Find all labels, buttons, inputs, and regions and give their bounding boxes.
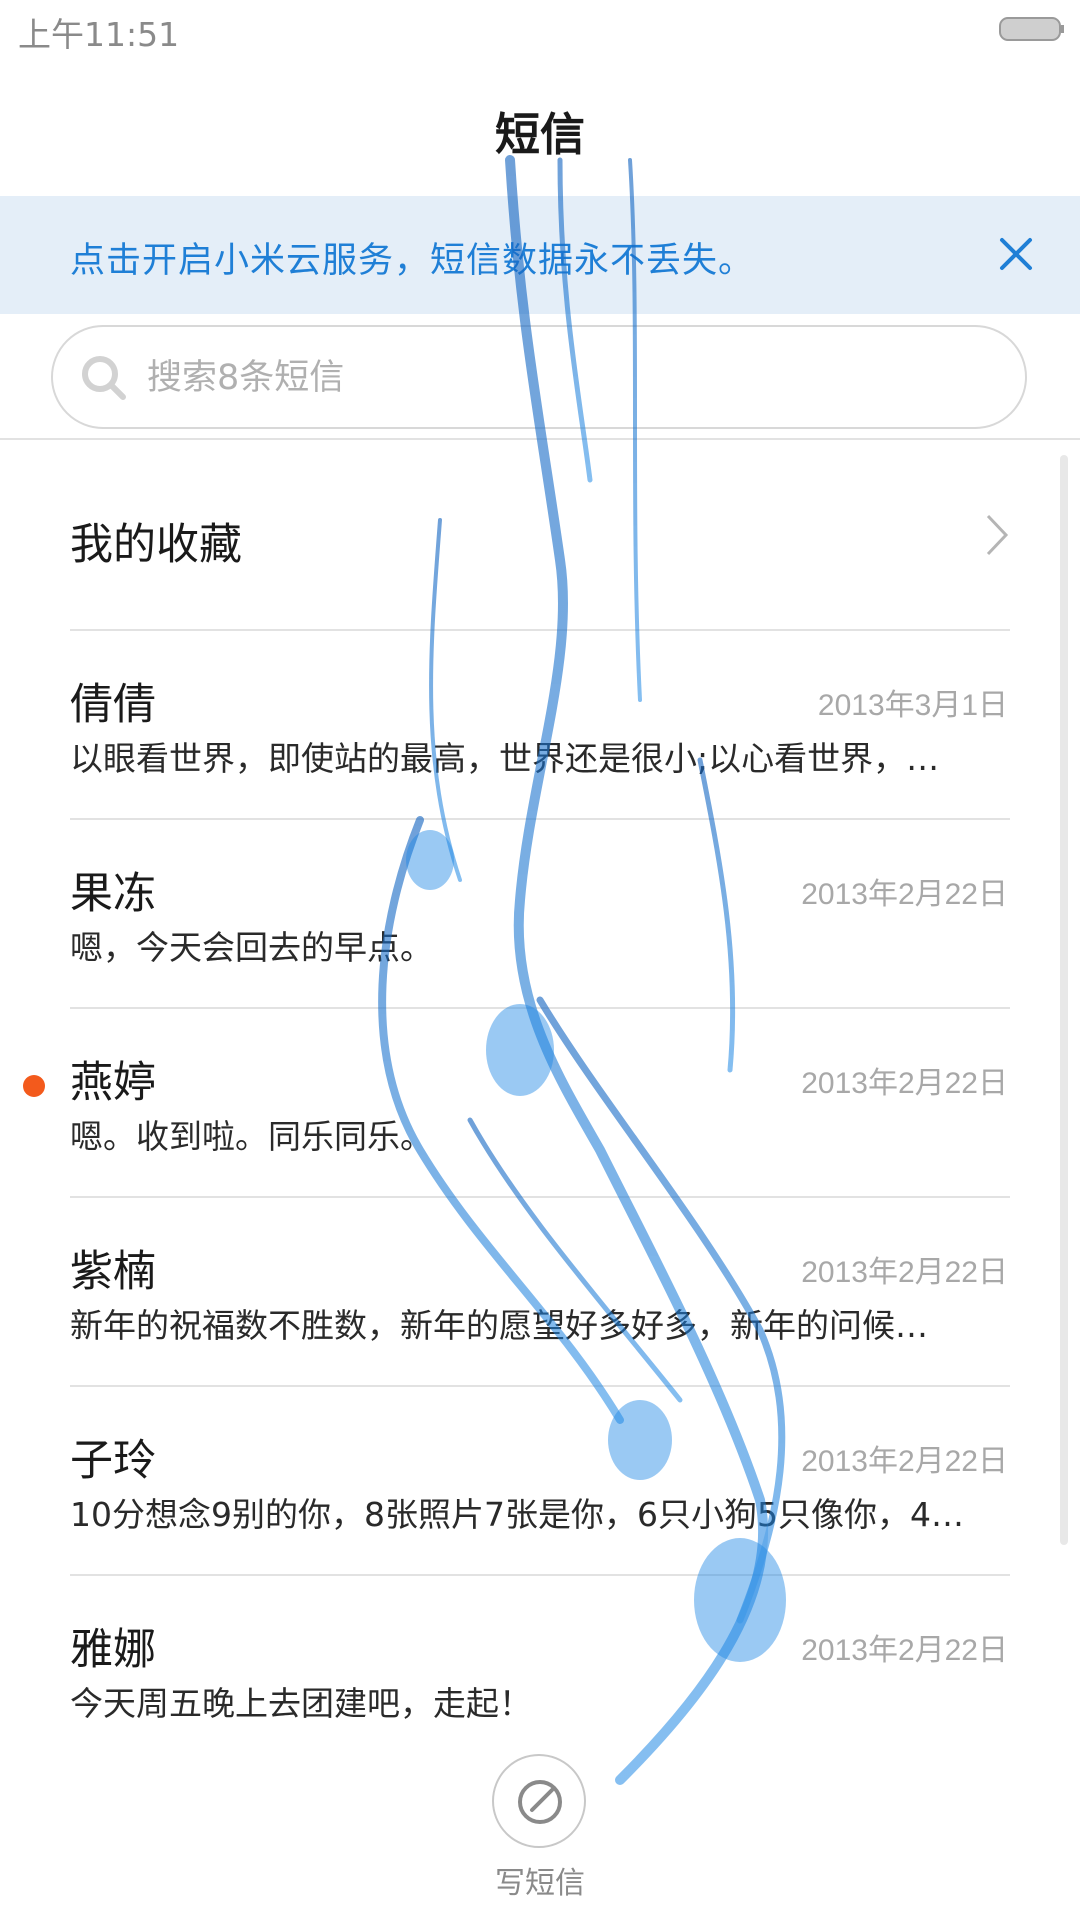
contact-name: 子玲 bbox=[70, 1436, 156, 1486]
scrollbar[interactable] bbox=[1060, 455, 1068, 1545]
conversation-item[interactable]: 紫楠 2013年2月22日 新年的祝福数不胜数，新年的愿望好多好多，新年的问候… bbox=[0, 1197, 1080, 1386]
battery-icon bbox=[999, 17, 1064, 41]
contact-name: 紫楠 bbox=[70, 1247, 156, 1297]
search-input[interactable] bbox=[145, 347, 849, 409]
chevron-right-icon bbox=[986, 514, 1009, 556]
message-snippet: 今天周五晚上去团建吧，走起！ bbox=[70, 1684, 532, 1723]
message-snippet: 嗯。收到啦。同乐同乐。 bbox=[70, 1117, 433, 1156]
conversation-item[interactable]: 倩倩 2013年3月1日 以眼看世界，即使站的最高，世界还是很小;以心看世界，… bbox=[0, 630, 1080, 819]
page-title: 短信 bbox=[494, 108, 585, 161]
message-snippet: 以眼看世界，即使站的最高，世界还是很小;以心看世界，… bbox=[70, 739, 940, 778]
contact-name: 燕婷 bbox=[70, 1058, 156, 1108]
message-snippet: 新年的祝福数不胜数，新年的愿望好多好多，新年的问候… bbox=[70, 1306, 928, 1345]
cloud-service-banner[interactable]: 点击开启小米云服务，短信数据永不丢失。 bbox=[0, 196, 1080, 314]
message-snippet: 10分想念9别的你，8张照片7张是你，6只小狗5只像你，4… bbox=[70, 1495, 964, 1534]
message-date: 2013年2月22日 bbox=[801, 1256, 1008, 1289]
contact-name: 雅娜 bbox=[70, 1625, 156, 1675]
conversation-item[interactable]: 燕婷 2013年2月22日 嗯。收到啦。同乐同乐。 bbox=[0, 1008, 1080, 1197]
status-time: 上午11:51 bbox=[18, 15, 180, 54]
message-date: 2013年2月22日 bbox=[801, 1067, 1008, 1100]
unread-indicator bbox=[23, 1075, 45, 1097]
conversation-item[interactable]: 子玲 2013年2月22日 10分想念9别的你，8张照片7张是你，6只小狗5只像… bbox=[0, 1386, 1080, 1575]
message-date: 2013年2月22日 bbox=[801, 878, 1008, 911]
message-date: 2013年2月22日 bbox=[801, 1634, 1008, 1667]
compose-label: 写短信 bbox=[495, 1866, 585, 1901]
favorites-row[interactable]: 我的收藏 bbox=[0, 440, 1080, 630]
messages-screen: 上午11:51 短信 点击开启小米云服务，短信数据永不丢失。 我的收藏 倩倩 bbox=[0, 0, 1080, 1920]
status-bar: 上午11:51 bbox=[0, 0, 1080, 60]
conversation-item[interactable]: 雅娜 2013年2月22日 今天周五晚上去团建吧，走起！ bbox=[0, 1575, 1080, 1764]
favorites-label: 我的收藏 bbox=[70, 520, 242, 570]
close-icon[interactable] bbox=[996, 234, 1036, 274]
conversation-item[interactable]: 果冻 2013年2月22日 嗯，今天会回去的早点。 bbox=[0, 819, 1080, 1008]
search-icon bbox=[82, 356, 126, 400]
message-date: 2013年2月22日 bbox=[801, 1445, 1008, 1478]
search-box[interactable] bbox=[51, 325, 1027, 429]
compose-button[interactable] bbox=[492, 1754, 586, 1848]
contact-name: 果冻 bbox=[70, 869, 156, 919]
contact-name: 倩倩 bbox=[70, 680, 156, 730]
message-date: 2013年3月1日 bbox=[817, 689, 1008, 722]
cloud-banner-text[interactable]: 点击开启小米云服务，短信数据永不丢失。 bbox=[70, 232, 754, 283]
compose-icon bbox=[518, 1780, 562, 1824]
message-snippet: 嗯，今天会回去的早点。 bbox=[70, 928, 433, 967]
